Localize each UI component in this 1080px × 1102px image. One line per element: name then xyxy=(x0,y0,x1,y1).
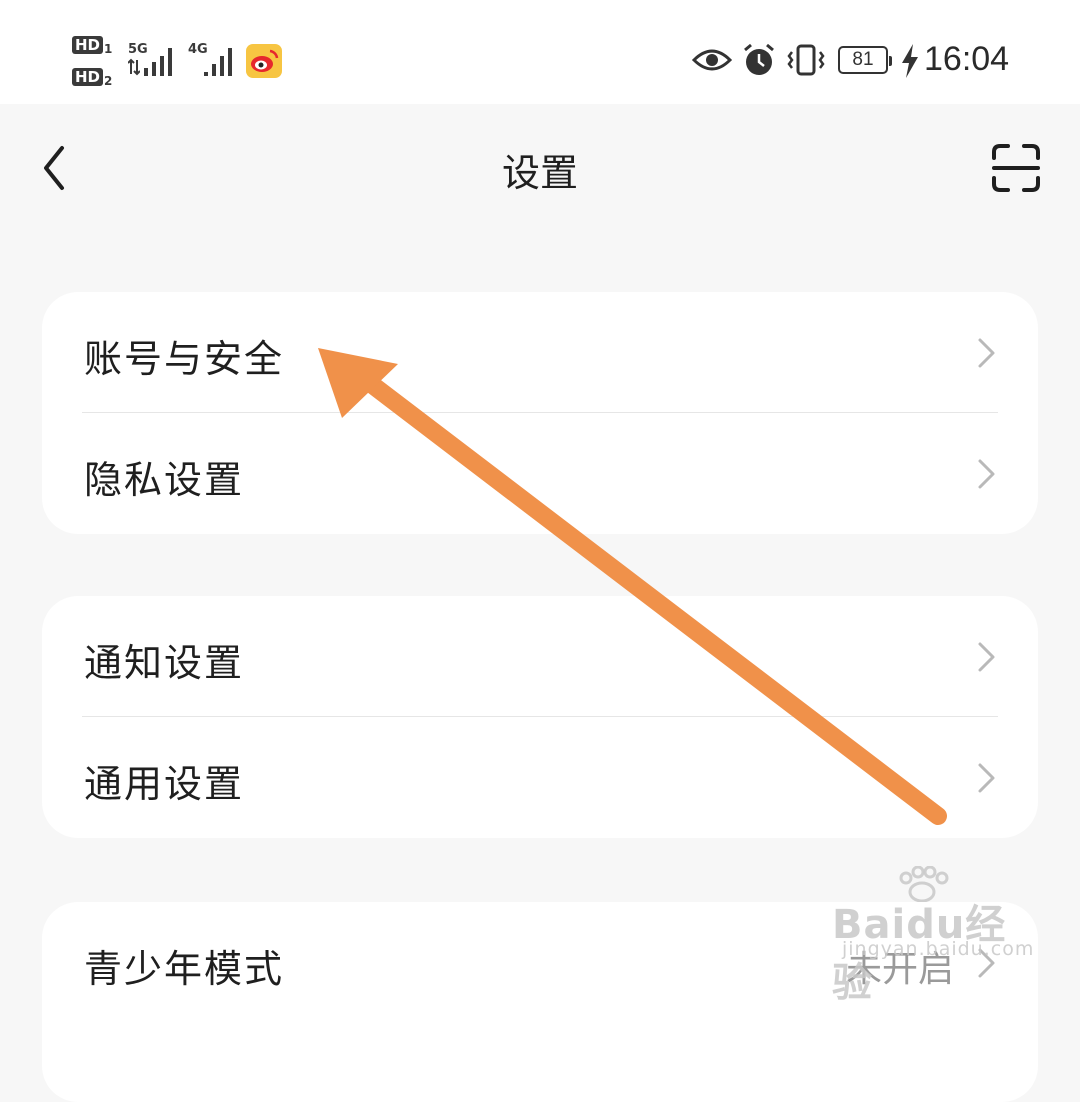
settings-item-label: 通用设置 xyxy=(84,762,245,806)
settings-item-label: 隐私设置 xyxy=(84,458,245,502)
sim1-index: 1 xyxy=(104,42,113,56)
paw-icon xyxy=(899,866,949,902)
hd-badge-sim1: HD xyxy=(72,36,104,54)
data-arrows-icon xyxy=(128,58,140,76)
status-bar: HD 1 HD 2 5G 4G 81 16:04 xyxy=(0,0,1080,104)
settings-group-youth: 青少年模式 未开启 xyxy=(42,902,1038,1102)
chevron-right-icon xyxy=(978,338,995,368)
settings-group-account: 账号与安全 隐私设置 xyxy=(42,292,1038,534)
settings-item-account-security[interactable]: 账号与安全 xyxy=(42,292,1038,413)
sim2-index: 2 xyxy=(104,74,113,88)
scan-icon xyxy=(992,144,1040,192)
signal-icon xyxy=(204,48,232,76)
title-bar: 设置 xyxy=(0,104,1080,224)
settings-item-youth-mode[interactable]: 青少年模式 未开启 xyxy=(42,902,1038,1023)
settings-item-label: 通知设置 xyxy=(84,641,245,685)
settings-item-privacy[interactable]: 隐私设置 xyxy=(42,413,1038,534)
chevron-right-icon xyxy=(978,459,995,489)
alarm-icon xyxy=(744,43,774,75)
chevron-right-icon xyxy=(978,948,995,978)
settings-item-label: 青少年模式 xyxy=(84,947,285,991)
eye-icon xyxy=(692,49,732,71)
signal-icon xyxy=(144,48,172,76)
hd-badge-sim2: HD xyxy=(72,68,104,86)
settings-group-general: 通知设置 通用设置 xyxy=(42,596,1038,838)
scan-button[interactable] xyxy=(990,142,1042,194)
status-time: 16:04 xyxy=(924,40,1010,78)
weibo-app-icon xyxy=(246,44,282,78)
charging-icon xyxy=(902,44,918,78)
settings-item-value: 未开启 xyxy=(845,949,954,990)
vibrate-icon xyxy=(787,44,825,76)
settings-item-label: 账号与安全 xyxy=(84,337,285,381)
settings-item-general[interactable]: 通用设置 xyxy=(42,717,1038,838)
chevron-right-icon xyxy=(978,642,995,672)
settings-item-notifications[interactable]: 通知设置 xyxy=(42,596,1038,717)
chevron-right-icon xyxy=(978,763,995,793)
page-title: 设置 xyxy=(501,151,578,195)
battery-icon: 81 xyxy=(838,46,892,74)
